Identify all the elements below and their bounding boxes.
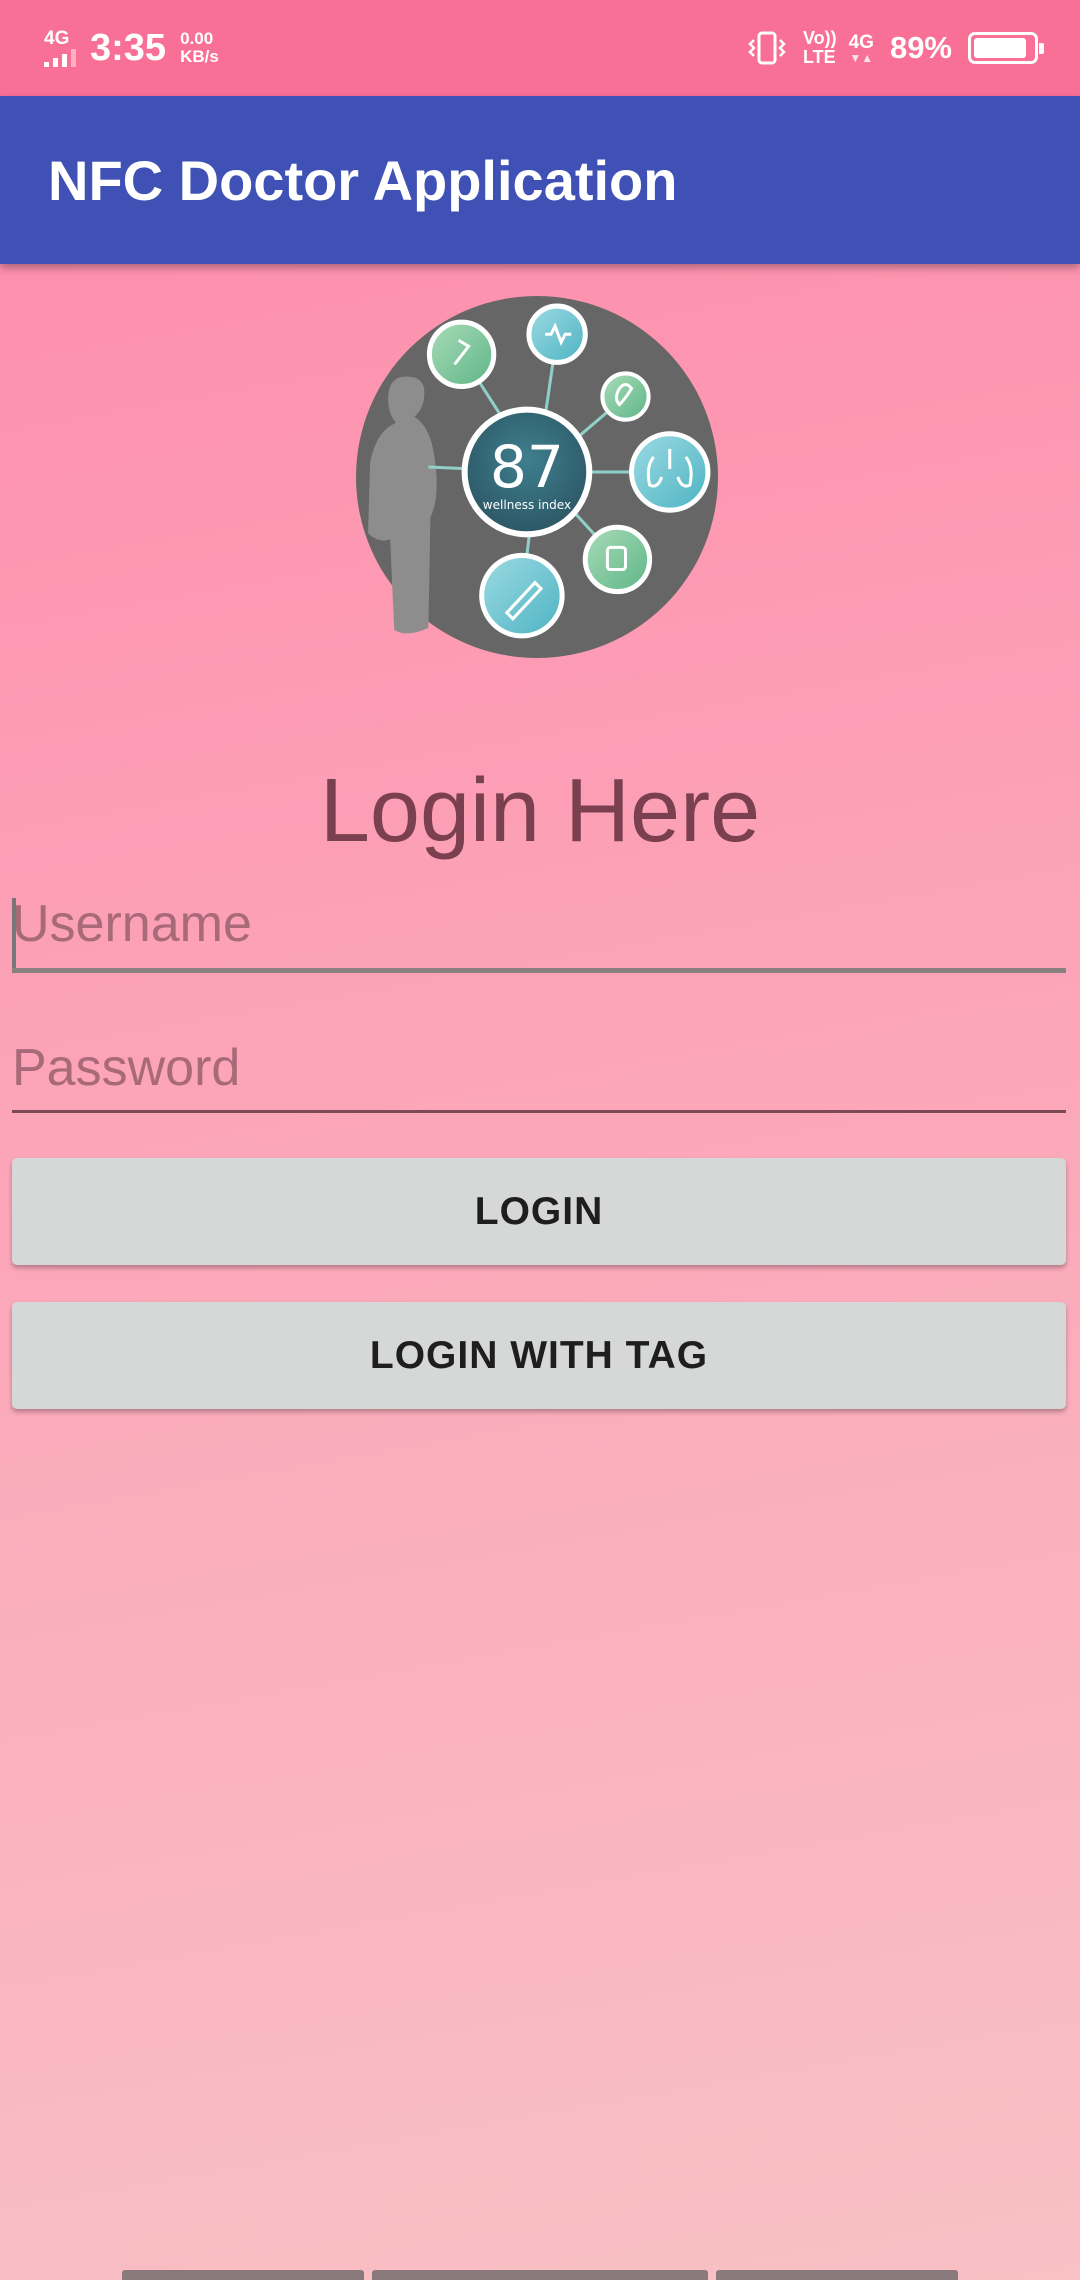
- clock: 3:35: [90, 26, 167, 69]
- network-type-label: 4G: [44, 28, 70, 49]
- username-field-wrapper: [12, 894, 1066, 973]
- username-input[interactable]: [12, 894, 1066, 960]
- nav-hint-center: [372, 2270, 708, 2280]
- speed-unit: KB/s: [180, 47, 219, 66]
- battery-icon: [968, 32, 1044, 64]
- status-bar: 4G 3:35 0.00 KB/s Vo)) LTE 4G ▼▲ 89%: [0, 0, 1080, 96]
- volte-indicator: Vo)) LTE: [803, 29, 837, 67]
- data-network-label: 4G: [848, 31, 874, 53]
- app-bar: NFC Doctor Application: [0, 96, 1080, 264]
- password-input[interactable]: [12, 1038, 1066, 1104]
- nav-hint-left: [122, 2270, 364, 2280]
- battery-fill: [974, 38, 1026, 58]
- network-speed: 0.00 KB/s: [180, 30, 219, 66]
- password-field-wrapper: [12, 1038, 1066, 1113]
- cellular-signal-icon: 4G: [44, 29, 76, 67]
- volte-top-label: Vo)): [802, 28, 837, 48]
- login-heading: Login Here: [319, 761, 761, 861]
- nav-hint-right: [716, 2270, 958, 2280]
- wellness-caption: wellness index: [483, 498, 571, 512]
- speed-value: 0.00: [180, 29, 214, 48]
- vibrate-icon: [748, 31, 786, 65]
- data-activity-arrows-icon: ▼▲: [849, 50, 874, 65]
- volte-bottom-label: LTE: [802, 47, 836, 67]
- wellness-score: 87: [490, 433, 564, 501]
- password-underline: [12, 1110, 1066, 1113]
- app-title: NFC Doctor Application: [48, 148, 678, 212]
- data-network-icon: 4G ▼▲: [849, 33, 874, 64]
- login-with-tag-button[interactable]: LOGIN WITH TAG: [12, 1302, 1066, 1409]
- login-button[interactable]: LOGIN: [12, 1158, 1066, 1265]
- wellness-logo: 87 wellness index: [356, 296, 718, 658]
- battery-percent: 89%: [889, 30, 952, 65]
- username-underline: [12, 968, 1066, 973]
- text-cursor: [12, 898, 16, 968]
